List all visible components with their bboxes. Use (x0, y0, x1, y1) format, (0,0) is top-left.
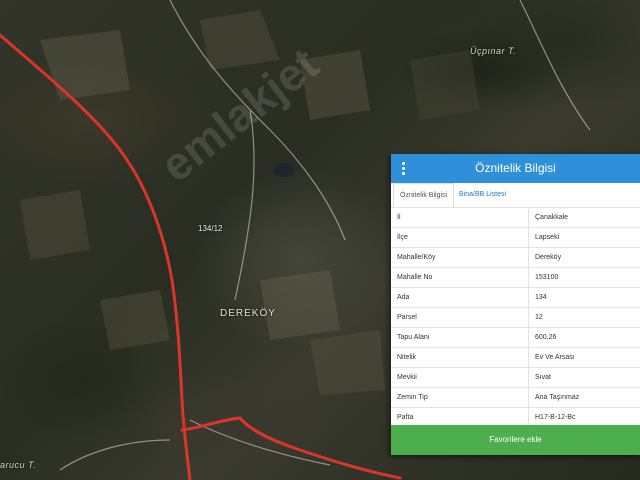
table-row: Mahalle/Köy Dereköy (391, 247, 640, 268)
attr-key: Ada (391, 287, 529, 308)
vertical-dots-menu-icon[interactable] (401, 162, 407, 176)
attribute-panel: Öznitelik Bilgisi Öznitelik Bilgisi Bina… (391, 154, 640, 455)
table-row: Parsel 12 (391, 307, 640, 328)
table-row: İlçe Lapseki (391, 227, 640, 248)
attr-value: Lapseki (528, 227, 640, 248)
tab-attribute-info[interactable]: Öznitelik Bilgisi (393, 183, 455, 209)
attr-value: Sıvat (528, 367, 640, 388)
parcel-label: 134/12 (198, 224, 223, 233)
add-to-favorites-button[interactable]: Favorilere ekle (391, 425, 640, 455)
table-row: Nitelik Ev Ve Arsası (391, 347, 640, 368)
attr-value: Dereköy (528, 247, 640, 268)
attr-key: Zemin Tip (391, 387, 529, 408)
attr-value: 600,26 (528, 327, 640, 348)
table-row: Ada 134 (391, 287, 640, 308)
attr-key: Mahalle/Köy (391, 247, 529, 268)
attr-value: 153100 (528, 267, 640, 288)
attr-key: Tapu Alanı (391, 327, 529, 348)
village-label: DEREKÖY (220, 308, 276, 319)
panel-header: Öznitelik Bilgisi (391, 154, 640, 183)
attr-value: Çanakkale (528, 207, 640, 228)
attr-key: Mevkii (391, 367, 529, 388)
map-label-bottom-left: arucu T. (0, 460, 37, 470)
tab-bar: Öznitelik Bilgisi Bina/BB Listesi (391, 183, 640, 209)
attr-key: İl (391, 207, 529, 228)
tab-building-list[interactable]: Bina/BB Listesi (453, 183, 512, 207)
table-row: İl Çanakkale (391, 207, 640, 228)
panel-title: Öznitelik Bilgisi (475, 161, 556, 175)
attr-value: 12 (528, 307, 640, 328)
attr-key: İlçe (391, 227, 529, 248)
map-label-ucpinar: Üçpınar T. (470, 46, 517, 56)
table-row: Mahalle No 153100 (391, 267, 640, 288)
attr-value: Ev Ve Arsası (528, 347, 640, 368)
table-row: Zemin Tip Ana Taşınmaz (391, 387, 640, 408)
attribute-table: İl Çanakkale İlçe Lapseki Mahalle/Köy Derek… (391, 207, 640, 428)
attr-key: Parsel (391, 307, 529, 328)
attr-key: Mahalle No (391, 267, 529, 288)
table-row: Tapu Alanı 600,26 (391, 327, 640, 348)
table-row: Mevkii Sıvat (391, 367, 640, 388)
attr-value: 134 (528, 287, 640, 308)
attr-value: Ana Taşınmaz (528, 387, 640, 408)
attr-key: Nitelik (391, 347, 529, 368)
